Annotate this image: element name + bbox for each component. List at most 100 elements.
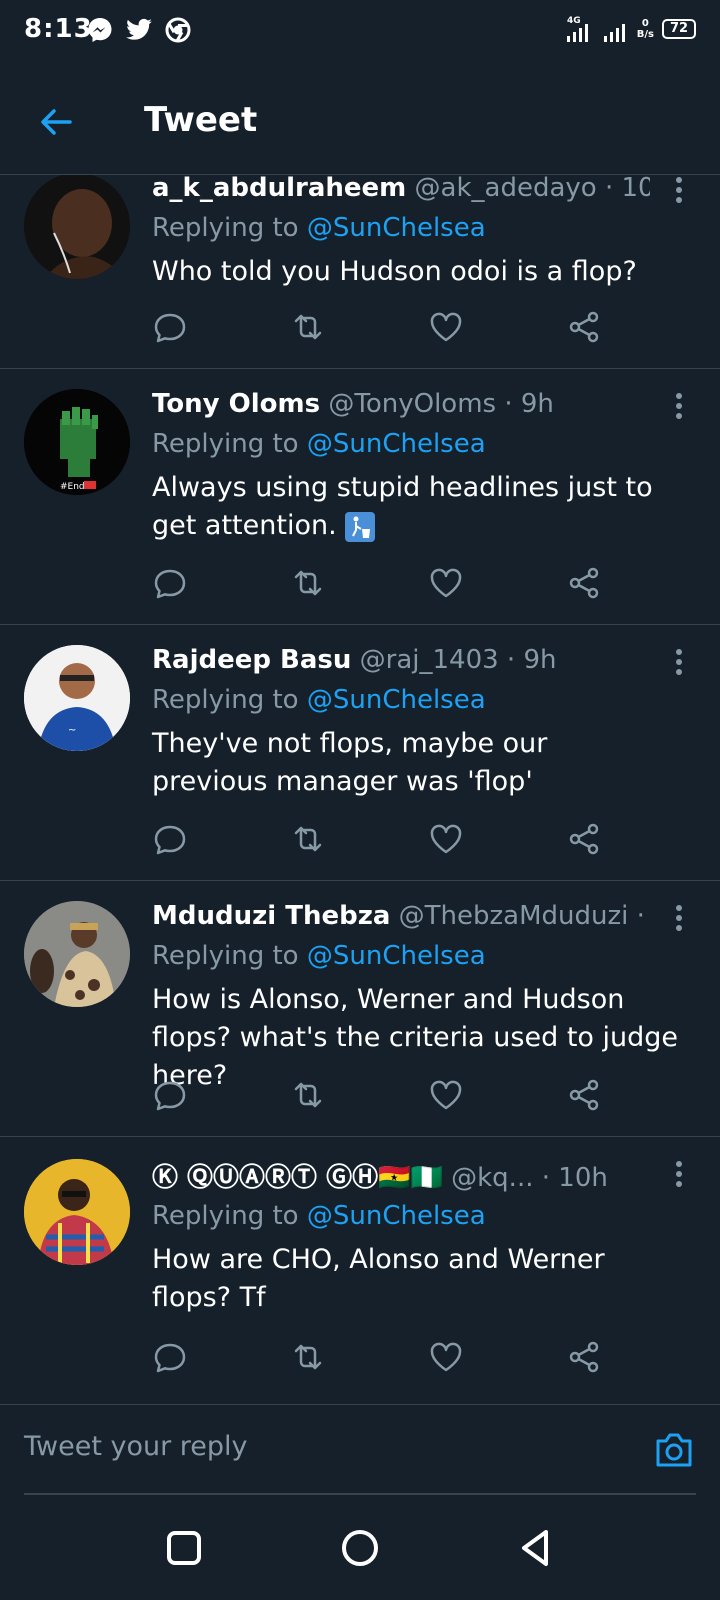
avatar[interactable]	[24, 1159, 130, 1265]
more-options-icon[interactable]	[674, 903, 684, 933]
svg-text:~: ~	[68, 725, 76, 736]
author-name[interactable]: Mduduzi Thebza	[152, 901, 390, 931]
tweet-item[interactable]: Ⓚ ⓆⓊⒶⓇⓉ ⒼⒽ🇬🇭🇳🇬 @kq... · 10h Replying to …	[0, 1137, 720, 1403]
author-handle[interactable]: @ak_adedayo	[415, 175, 597, 203]
reply-icon[interactable]	[150, 563, 190, 603]
mention-link[interactable]: @SunChelsea	[307, 685, 486, 715]
retweet-icon[interactable]	[288, 819, 328, 859]
avatar[interactable]	[24, 175, 130, 279]
tweet-item[interactable]: #End Tony Oloms @TonyOloms · 9h Replying…	[0, 369, 720, 625]
author-name[interactable]: Tony Oloms	[152, 389, 320, 419]
separator-dot: ·	[604, 175, 614, 203]
camera-icon[interactable]	[652, 1427, 696, 1471]
tweet-actions	[150, 1337, 630, 1377]
like-icon[interactable]	[426, 819, 466, 859]
home-icon[interactable]	[336, 1524, 384, 1572]
tweet-time: 9h	[523, 645, 557, 675]
top-app-bar: Tweet	[0, 64, 720, 175]
tweet-text: They've not flops, maybe our previous ma…	[152, 728, 548, 797]
replying-to: Replying to @SunChelsea	[152, 685, 486, 715]
tweet-text: Who told you Hudson odoi is a flop?	[152, 256, 637, 287]
more-options-icon[interactable]	[674, 391, 684, 421]
page-title: Tweet	[144, 100, 258, 140]
retweet-icon[interactable]	[288, 563, 328, 603]
share-icon[interactable]	[564, 563, 604, 603]
chrome-icon	[165, 17, 191, 43]
tweet-time: 10h	[558, 1163, 608, 1193]
signal-icon	[603, 24, 625, 42]
like-icon[interactable]	[426, 1337, 466, 1377]
avatar[interactable]: #End	[24, 389, 130, 495]
separator-dot: ·	[504, 389, 513, 419]
tweet-item[interactable]: a_k_abdulraheem @ak_adedayo · 10h Replyi…	[0, 175, 720, 369]
replies-list[interactable]: a_k_abdulraheem @ak_adedayo · 10h Replyi…	[0, 175, 720, 1403]
retweet-icon[interactable]	[288, 1337, 328, 1377]
reply-input[interactable]: Tweet your reply	[24, 1431, 248, 1462]
tweet-time: 9h	[520, 389, 554, 419]
separator-dot: ·	[541, 1163, 551, 1193]
replying-to: Replying to @SunChelsea	[152, 1201, 486, 1231]
status-bar: 8:13 4G 0 B/s 72	[0, 0, 720, 64]
author-handle[interactable]: @TonyOloms	[328, 389, 496, 419]
recent-apps-icon[interactable]	[160, 1524, 208, 1572]
replying-label: Replying to	[152, 213, 299, 243]
reply-icon[interactable]	[150, 307, 190, 347]
more-options-icon[interactable]	[674, 647, 684, 677]
author-handle[interactable]: @ThebzaMduduzi	[399, 901, 629, 931]
replying-label: Replying to	[152, 685, 299, 715]
author-handle[interactable]: @kq...	[451, 1163, 533, 1193]
like-icon[interactable]	[426, 563, 466, 603]
author-name[interactable]: Rajdeep Basu	[152, 645, 351, 675]
tweet-header: Mduduzi Thebza @ThebzaMduduzi · 9h	[152, 901, 650, 931]
tweet-header: Ⓚ ⓆⓊⒶⓇⓉ ⒼⒽ🇬🇭🇳🇬 @kq... · 10h	[152, 1157, 650, 1194]
network-speed: 0 B/s	[637, 18, 654, 40]
replying-to: Replying to @SunChelsea	[152, 213, 486, 243]
share-icon[interactable]	[564, 307, 604, 347]
replying-label: Replying to	[152, 429, 299, 459]
back-icon[interactable]	[512, 1524, 560, 1572]
more-options-icon[interactable]	[674, 1159, 684, 1189]
author-name[interactable]: Ⓚ ⓆⓊⒶⓇⓉ ⒼⒽ🇬🇭🇳🇬	[152, 1163, 443, 1193]
mention-link[interactable]: @SunChelsea	[307, 213, 486, 243]
tweet-actions	[150, 819, 630, 859]
status-app-icons	[86, 16, 192, 44]
share-icon[interactable]	[564, 1075, 604, 1115]
share-icon[interactable]	[564, 819, 604, 859]
tweet-actions	[150, 1075, 630, 1115]
tweet-actions	[150, 563, 630, 603]
share-icon[interactable]	[564, 1337, 604, 1377]
litter-in-bin-icon	[345, 511, 376, 542]
retweet-icon[interactable]	[288, 1075, 328, 1115]
reply-icon[interactable]	[150, 1075, 190, 1115]
author-handle[interactable]: @raj_1403	[360, 645, 499, 675]
input-underline	[24, 1493, 696, 1495]
replying-label: Replying to	[152, 1201, 299, 1231]
tweet-text: Always using stupid headlines just to ge…	[152, 469, 670, 545]
like-icon[interactable]	[426, 307, 466, 347]
tweet-text-content: Always using stupid headlines just to ge…	[152, 472, 653, 541]
mention-link[interactable]: @SunChelsea	[307, 1201, 486, 1231]
tweet-item[interactable]: Mduduzi Thebza @ThebzaMduduzi · 9h Reply…	[0, 881, 720, 1137]
mention-link[interactable]: @SunChelsea	[307, 429, 486, 459]
author-name[interactable]: a_k_abdulraheem	[152, 175, 406, 203]
avatar[interactable]: ~	[24, 645, 130, 751]
messenger-icon	[88, 18, 112, 42]
more-options-icon[interactable]	[674, 175, 684, 205]
tweet-item[interactable]: ~ Rajdeep Basu @raj_1403 · 9h Replying t…	[0, 625, 720, 881]
status-time: 8:13	[24, 14, 93, 44]
like-icon[interactable]	[426, 1075, 466, 1115]
reply-icon[interactable]	[150, 1337, 190, 1377]
svg-text:4G: 4G	[567, 16, 581, 26]
netspeed-value: 0	[641, 18, 649, 29]
reply-icon[interactable]	[150, 819, 190, 859]
tweet-time: 10h	[621, 175, 650, 203]
back-arrow-icon[interactable]	[34, 100, 78, 144]
replying-to: Replying to @SunChelsea	[152, 941, 486, 971]
retweet-icon[interactable]	[288, 307, 328, 347]
replying-to: Replying to @SunChelsea	[152, 429, 486, 459]
mention-link[interactable]: @SunChelsea	[307, 941, 486, 971]
separator-dot: ·	[506, 645, 516, 675]
tweet-header: Rajdeep Basu @raj_1403 · 9h	[152, 645, 650, 675]
avatar[interactable]	[24, 901, 130, 1007]
replying-label: Replying to	[152, 941, 299, 971]
